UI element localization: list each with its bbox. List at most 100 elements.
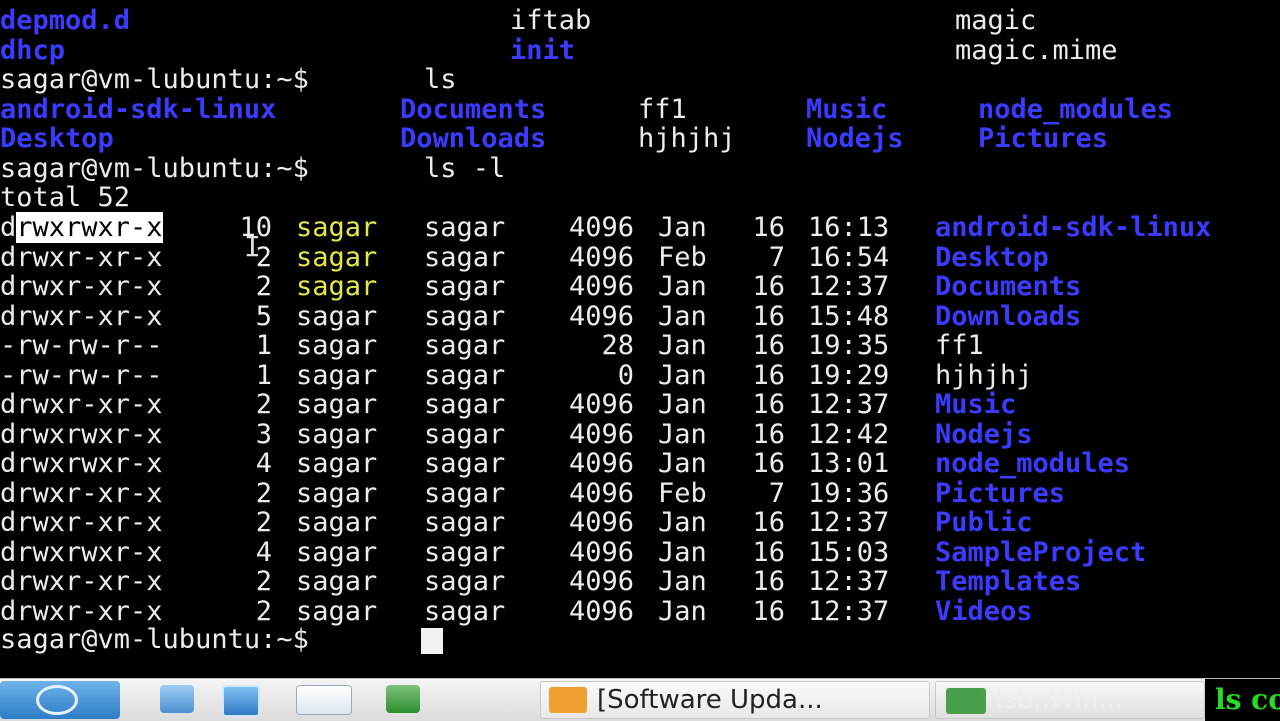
permissions: drwxr-xr-x (0, 390, 163, 420)
ls-time: 16:13 (808, 212, 890, 243)
ls-size: 4096 (568, 595, 634, 627)
terminal-line: android-sdk-linux Documents ff1 Music no… (0, 95, 1173, 125)
dir-entry: Music (806, 94, 888, 125)
dir-entry: init (510, 35, 576, 66)
dir-entry: depmod.d (0, 5, 131, 36)
ls-day: 16 (752, 212, 785, 243)
ls-month: Feb (658, 477, 707, 509)
permissions-mode: rwxrwxr-x (16, 448, 163, 479)
overlay-caption-text: ls co (1215, 683, 1280, 716)
terminal-line: total 52 (0, 183, 130, 213)
permissions-mode: rwxr-xr-x (16, 477, 163, 509)
ls-name: Templates (935, 566, 1082, 597)
file-entry: magic.mime (955, 35, 1118, 66)
ls-month: Jan (658, 507, 707, 538)
start-menu-button[interactable] (0, 681, 120, 719)
ls-group: sagar (424, 330, 506, 361)
permissions: -rw-rw-r-- (0, 331, 163, 361)
permissions: drwxr-xr-x (0, 567, 163, 597)
permissions-type: - (0, 359, 17, 391)
ls-owner: sagar (296, 271, 378, 302)
ls-owner: sagar (296, 595, 378, 627)
prompt-text: sagar@vm-lubuntu:~$ (0, 153, 309, 184)
ls-time: 19:36 (808, 477, 890, 509)
permissions: drwxrwxr-x (0, 212, 163, 243)
ls-name: Videos (935, 595, 1033, 627)
ls-size: 4096 (568, 536, 634, 568)
ls-group: sagar (424, 212, 506, 243)
ls-group: sagar (424, 359, 506, 391)
ls-time: 19:35 (808, 330, 890, 361)
permissions-mode: rwxr-xr-x (16, 566, 163, 597)
permissions-type: d (0, 418, 17, 450)
terminal-icon[interactable] (386, 685, 420, 713)
ls-group: sagar (424, 448, 506, 479)
ls-links: 4 (255, 536, 272, 568)
taskbar: [Software Upda... lsb..Win... ls co (0, 678, 1280, 721)
ls-size: 4096 (568, 507, 634, 538)
permissions: drwxrwxr-x (0, 418, 163, 450)
ls-day: 16 (752, 418, 785, 450)
ls-month: Jan (658, 448, 707, 479)
file-manager-icon[interactable] (160, 685, 194, 713)
ls-day: 16 (752, 359, 785, 391)
ls-links: 2 (255, 566, 272, 597)
control-panel-icon[interactable] (222, 685, 260, 717)
ls-time: 12:37 (808, 271, 890, 302)
start-menu-icon (36, 685, 78, 715)
ls-month: Jan (658, 566, 707, 597)
permissions: -rw-rw-r-- (0, 359, 163, 391)
taskbar-window-label: [Software Upda... (597, 685, 823, 715)
permissions-mode: rwxr-xr-x (16, 595, 163, 627)
ls-owner: sagar (296, 448, 378, 479)
ls-size: 4096 (568, 389, 634, 420)
terminal-window[interactable]: depmod.d iftab magic dhcp init magic.mim… (0, 0, 1280, 678)
ls-size: 4096 (568, 448, 634, 479)
ls-links: 1 (255, 330, 272, 361)
ls-size: 4096 (568, 300, 634, 332)
ls-links: 2 (255, 507, 272, 538)
ls-name: Nodejs (935, 418, 1033, 450)
browser-icon[interactable] (296, 685, 352, 715)
command-text: ls (424, 64, 457, 95)
ls-owner: sagar (296, 566, 378, 597)
ls-day: 16 (752, 566, 785, 597)
ls-name: Music (935, 389, 1017, 420)
ls-name: Public (935, 507, 1033, 538)
dir-entry: node_modules (978, 94, 1174, 125)
ls-month: Jan (658, 330, 707, 361)
prompt-text: sagar@vm-lubuntu:~$ (0, 64, 309, 95)
ls-time: 15:03 (808, 536, 890, 568)
permissions-type: d (0, 241, 17, 273)
ls-name: hjhjhj (935, 359, 1033, 391)
permissions-mode: rwxr-xr-x (16, 300, 163, 332)
permissions-mode: rwxrwxr-x (16, 212, 163, 243)
dir-entry: Documents (400, 94, 547, 125)
ls-group: sagar (424, 389, 506, 420)
ls-group: sagar (424, 595, 506, 627)
overlay-caption: ls co (1205, 679, 1280, 721)
permissions-type: d (0, 566, 17, 597)
ls-group: sagar (424, 507, 506, 538)
permissions-mode: rw-rw-r-- (16, 359, 163, 391)
file-entry: ff1 (638, 94, 687, 125)
ls-day: 7 (768, 241, 785, 273)
permissions-type: d (0, 300, 17, 332)
mouse-ibeam-cursor-icon: I (244, 230, 261, 263)
taskbar-window-terminal[interactable]: lsb..Win... (935, 681, 1205, 719)
ls-day: 16 (752, 271, 785, 302)
dir-entry: dhcp (0, 35, 66, 66)
ls-group: sagar (424, 566, 506, 597)
permissions-type: d (0, 507, 17, 538)
permissions: drwxr-xr-x (0, 272, 163, 302)
permissions-type: - (0, 330, 17, 361)
permissions-mode: rwxr-xr-x (16, 241, 163, 273)
ls-name: android-sdk-linux (935, 212, 1212, 243)
ls-group: sagar (424, 536, 506, 568)
ls-time: 19:29 (808, 359, 890, 391)
taskbar-window-software-update[interactable]: [Software Upda... (540, 681, 930, 719)
prompt-text: sagar@vm-lubuntu:~$ (0, 624, 309, 655)
dir-entry: android-sdk-linux (0, 94, 277, 125)
ls-time: 15:48 (808, 300, 890, 332)
ls-links: 3 (255, 418, 272, 450)
